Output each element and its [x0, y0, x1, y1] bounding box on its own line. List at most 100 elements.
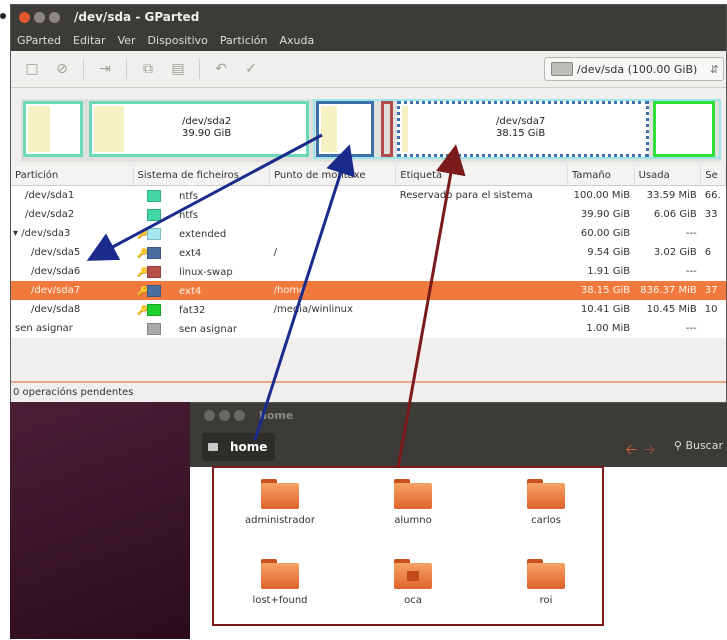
cell-filesystem: sen asignar: [133, 319, 270, 338]
window-title: home: [259, 408, 294, 422]
gparted-window: /dev/sda - GParted GParted Editar Ver Di…: [10, 4, 727, 404]
partition-block-label: /dev/sda2 39.90 GiB: [182, 116, 231, 140]
toolbar: □ ⊘ ⇥ ⧉ ▤ ↶ ✓ /dev/sda (100.00 GiB) ⇵: [11, 51, 726, 88]
key-icon: 🔑: [137, 305, 149, 316]
partition-block-sda8[interactable]: [653, 101, 715, 157]
menu-bar: GParted Editar Ver Dispositivo Partición…: [11, 29, 726, 51]
key-icon: 🔑: [137, 229, 149, 240]
usage-fill: [94, 106, 124, 152]
cell-mount: [270, 205, 396, 224]
device-selector[interactable]: /dev/sda (100.00 GiB) ⇵: [544, 57, 724, 81]
cell-free: 33: [704, 209, 718, 220]
close-button[interactable]: [19, 11, 30, 23]
cell-size: 60.00 GiB: [580, 228, 631, 239]
cell-label: [395, 281, 568, 300]
cell-mount: /: [273, 247, 277, 258]
usage-fill: [402, 106, 408, 152]
partition-block-sda1[interactable]: [23, 101, 83, 157]
menu-dispositivo[interactable]: Dispositivo: [148, 34, 208, 47]
fs-label: ntfs: [179, 209, 199, 221]
menu-particion[interactable]: Partición: [220, 34, 268, 47]
usage-fill: [28, 106, 50, 152]
new-partition-icon[interactable]: □: [23, 60, 41, 78]
partition-block-sda7[interactable]: /dev/sda7 38.15 GiB: [397, 101, 649, 157]
cell-size: 9.54 GiB: [587, 247, 631, 258]
column-header[interactable]: Tamaño: [567, 166, 635, 186]
key-icon: 🔑: [137, 286, 149, 297]
cell-used: ---: [685, 266, 697, 277]
maximize-button[interactable]: [234, 409, 245, 421]
pending-operations-status: 0 operacións pendentes: [11, 381, 726, 403]
partition-block-sda2[interactable]: /dev/sda2 39.90 GiB: [89, 101, 309, 157]
cell-size: 10.41 GiB: [580, 304, 631, 315]
search-button[interactable]: ⚲ Buscar: [674, 439, 723, 452]
menu-axuda[interactable]: Axuda: [280, 34, 315, 47]
cell-filesystem: 🔑 fat32: [133, 300, 270, 319]
column-header[interactable]: Partición: [11, 166, 134, 186]
table-row[interactable]: /dev/sda5 🔑 ext4 / 9.54 GiB 3.02 GiB 6: [11, 243, 726, 262]
breadcrumb[interactable]: home: [202, 433, 276, 461]
minimize-button[interactable]: [34, 11, 45, 23]
cell-size: 1.91 GiB: [587, 266, 631, 277]
table-row[interactable]: /dev/sda8 🔑 fat32 /media/winlinux 10.41 G…: [11, 300, 726, 319]
cell-label: [396, 262, 568, 281]
cell-partition: /dev/sda8: [31, 304, 81, 315]
list-bullet: [0, 13, 6, 19]
menu-gparted[interactable]: GParted: [17, 34, 61, 47]
cell-label: [396, 319, 568, 338]
cell-free: [701, 262, 726, 281]
close-button[interactable]: [204, 409, 215, 421]
column-header[interactable]: Usada: [634, 166, 702, 186]
partition-block-sda6[interactable]: [381, 101, 393, 157]
cell-label: Reservado para el sistema: [399, 190, 533, 201]
column-header[interactable]: Etiqueta: [395, 166, 568, 186]
cell-mount: [270, 319, 396, 338]
drive-icon: [208, 443, 218, 451]
table-row[interactable]: /dev/sda1 ntfs Reservado para el sistema…: [11, 186, 726, 206]
title-bar: /dev/sda - GParted: [11, 5, 726, 29]
device-selector-label: /dev/sda (100.00 GiB): [577, 62, 698, 76]
column-header[interactable]: Sistema de ficheiros: [133, 166, 271, 186]
cell-partition: sen asignar: [15, 323, 73, 334]
paste-icon[interactable]: ▤: [169, 60, 187, 78]
menu-editar[interactable]: Editar: [73, 34, 106, 47]
cell-free: 10: [704, 304, 718, 315]
menu-ver[interactable]: Ver: [118, 34, 136, 47]
partition-map: /dev/sda2 39.90 GiB /dev/sda7 38.15 GiB: [21, 99, 721, 162]
table-row[interactable]: /dev/sda2 ntfs 39.90 GiB 6.06 GiB 33: [11, 205, 726, 224]
fs-color-swatch: [147, 265, 162, 278]
table-row[interactable]: /dev/sda6 🔑 linux-swap 1.91 GiB ---: [11, 262, 726, 281]
cell-partition: /dev/sda7: [11, 281, 134, 300]
fs-label: ext4: [179, 285, 202, 297]
table-row-selected[interactable]: /dev/sda7 🔑 ext4 /home 38.15 GiB 836.37 M…: [11, 281, 726, 300]
expander-icon[interactable]: ▾: [13, 228, 21, 239]
cell-used: 10.45 MiB: [646, 304, 697, 315]
delete-icon[interactable]: ⊘: [53, 60, 71, 78]
back-arrow-icon[interactable]: 🡠: [626, 439, 637, 463]
copy-icon[interactable]: ⧉: [139, 60, 157, 78]
column-header[interactable]: Se: [700, 166, 726, 186]
fs-label: ext4: [179, 247, 202, 259]
column-header[interactable]: Punto de montaxe: [269, 166, 397, 186]
cell-mount: /home: [269, 281, 396, 300]
partition-block-sda5[interactable]: [316, 101, 374, 157]
table-row[interactable]: ▾ /dev/sda3 🔑 extended 60.00 GiB ---: [11, 224, 726, 243]
resize-move-icon[interactable]: ⇥: [96, 60, 114, 78]
breadcrumb-home: home: [230, 440, 268, 454]
cell-filesystem: 🔑 extended: [133, 224, 270, 243]
minimize-button[interactable]: [219, 409, 230, 421]
undo-icon[interactable]: ↶: [212, 60, 230, 78]
usage-fill: [321, 106, 337, 152]
cell-mount: /media/winlinux: [273, 304, 353, 315]
cell-mount: [270, 262, 396, 281]
forward-arrow-icon[interactable]: 🡢: [644, 439, 655, 463]
search-label: Buscar: [685, 439, 723, 452]
maximize-button[interactable]: [49, 11, 60, 23]
cell-free: [701, 224, 726, 243]
cell-size: 38.15 GiB: [567, 281, 635, 300]
apply-icon[interactable]: ✓: [242, 60, 260, 78]
table-row[interactable]: sen asignar sen asignar 1.00 MiB ---: [11, 319, 726, 338]
highlight-box: [212, 466, 604, 626]
fs-color-swatch: [147, 322, 162, 335]
partition-block-label: /dev/sda7 38.15 GiB: [496, 116, 545, 140]
